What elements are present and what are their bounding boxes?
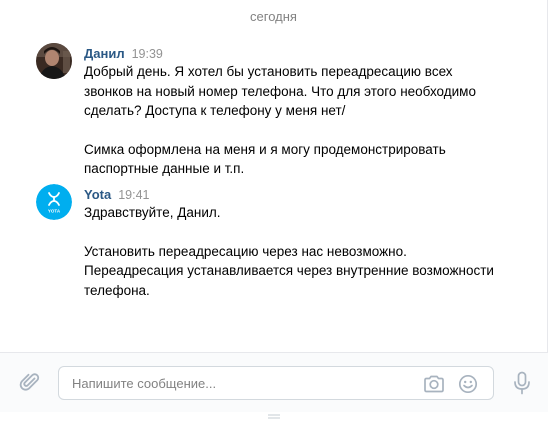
microphone-icon[interactable] xyxy=(513,371,531,395)
message-text: Здравствуйте, Данил. Установить переадре… xyxy=(84,203,504,300)
user-photo-icon xyxy=(36,43,72,79)
message-header: Данил 19:39 xyxy=(84,45,163,63)
yota-logo-text: YOTA xyxy=(48,209,61,214)
message-paragraph: Симка оформлена на меня и я могу продемо… xyxy=(84,141,446,177)
resize-handle[interactable] xyxy=(268,406,280,419)
chat-history: сегодня Данил 19:39 Добрый день. Я хотел … xyxy=(0,0,548,352)
message-author[interactable]: Yota xyxy=(84,187,111,202)
message-paragraph: Здравствуйте, Данил. xyxy=(84,205,221,220)
paperclip-icon[interactable] xyxy=(19,371,41,393)
message-time[interactable]: 19:41 xyxy=(118,188,149,202)
message-paragraph: Установить переадресацию через нас невоз… xyxy=(84,243,494,298)
message-paragraph: Добрый день. Я хотел бы установить переа… xyxy=(84,64,476,118)
avatar[interactable]: YOTA xyxy=(36,184,72,220)
message-composer: Напишите сообщение... xyxy=(0,352,548,419)
message-input[interactable]: Напишите сообщение... xyxy=(58,366,494,400)
smile-icon[interactable] xyxy=(458,374,478,394)
yota-logo-icon: YOTA xyxy=(36,184,72,220)
message-time[interactable]: 19:39 xyxy=(132,47,163,61)
camera-icon[interactable] xyxy=(423,374,445,394)
message-author[interactable]: Данил xyxy=(84,46,125,61)
message-header: Yota 19:41 xyxy=(84,186,150,204)
message-text: Добрый день. Я хотел бы установить переа… xyxy=(84,62,504,179)
message-input-placeholder: Напишите сообщение... xyxy=(72,376,217,391)
date-separator: сегодня xyxy=(250,9,297,24)
avatar[interactable] xyxy=(36,43,72,79)
